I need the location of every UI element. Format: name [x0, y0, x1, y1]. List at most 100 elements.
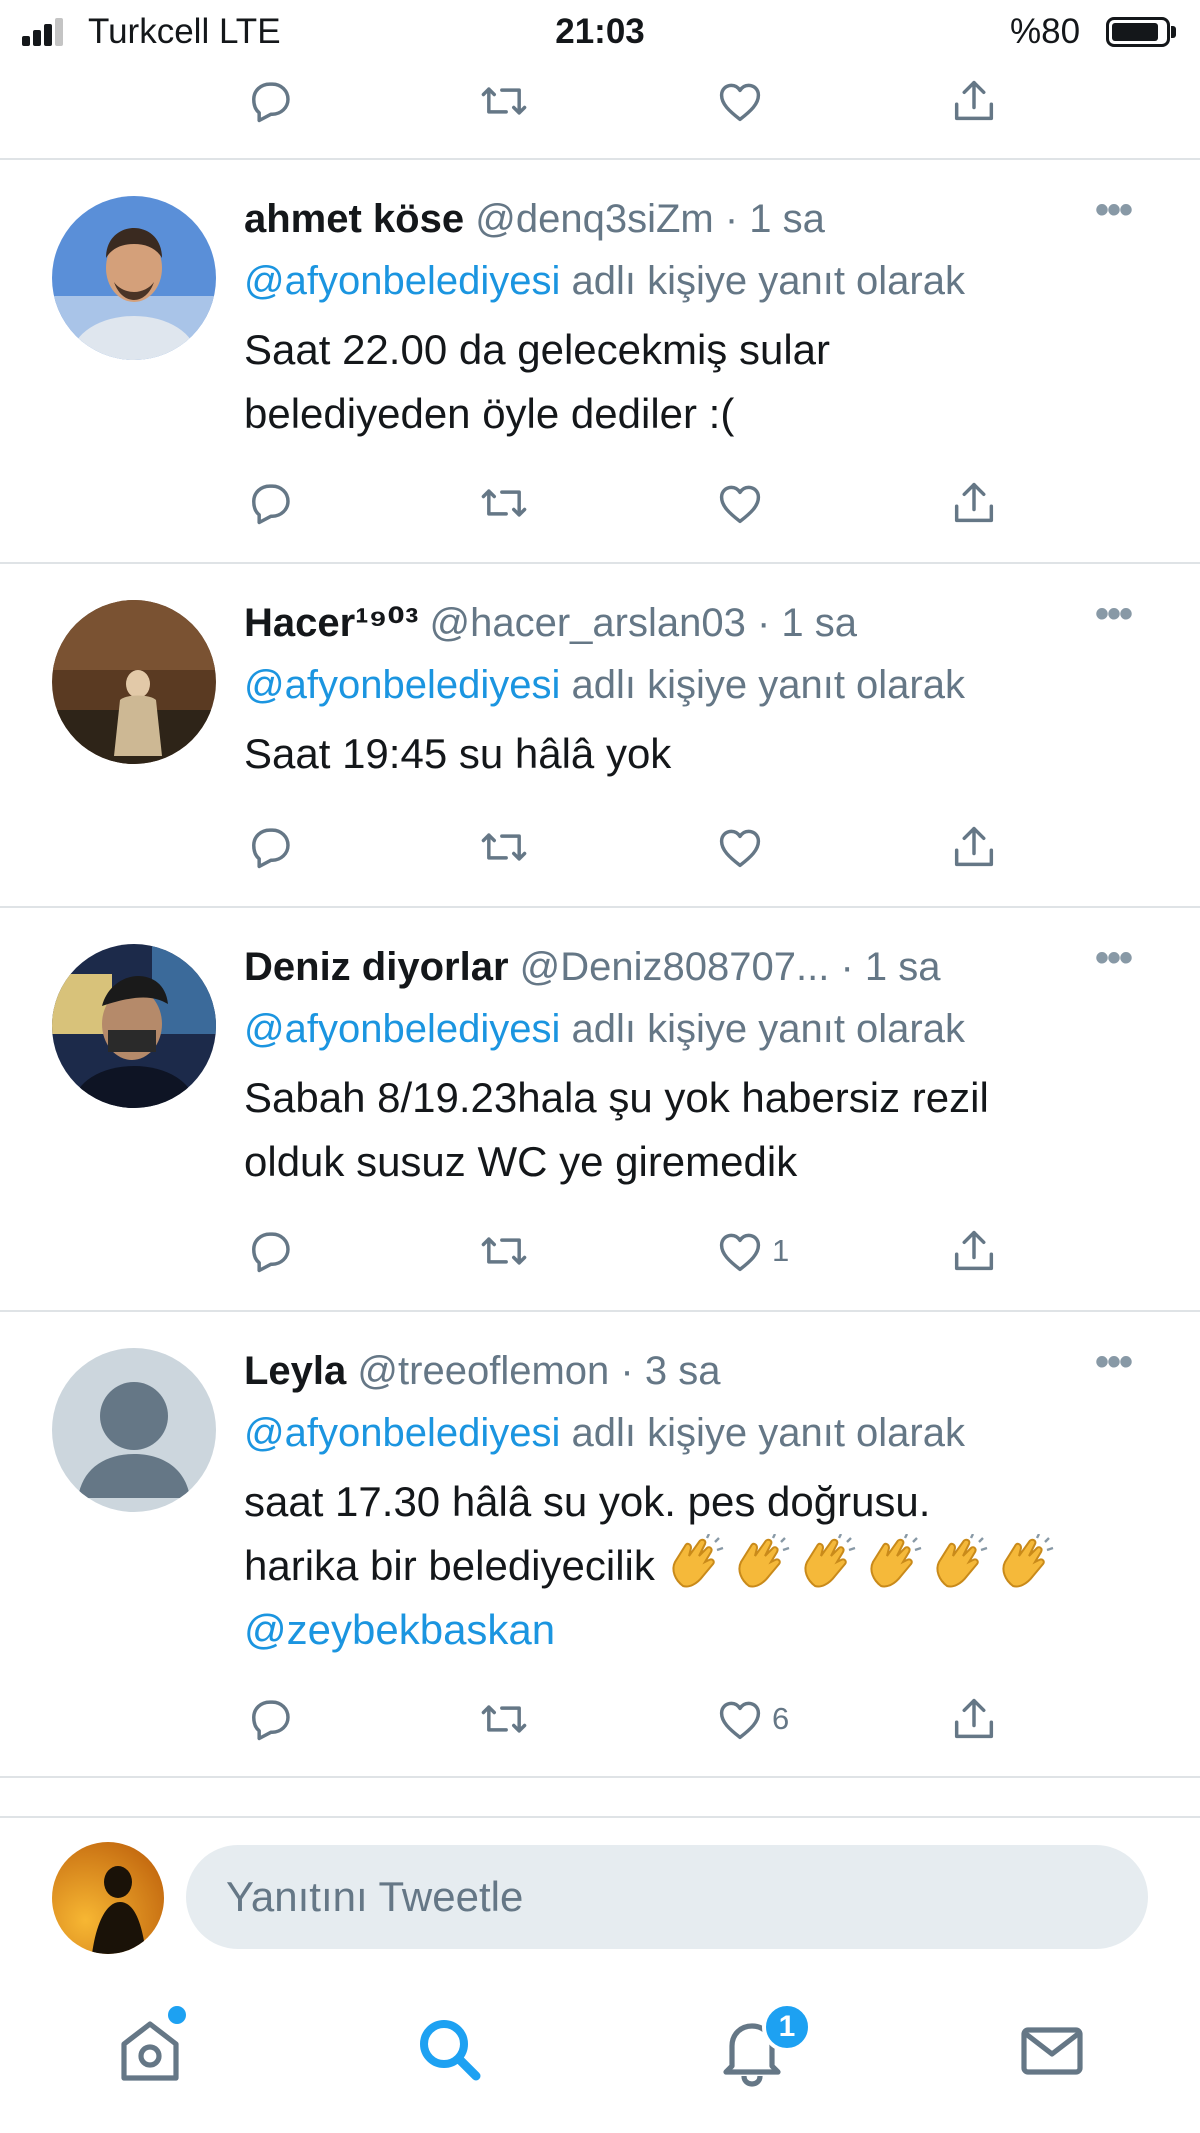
reply-context: @afyonbelediyesi adlı kişiye yanıt olara… [244, 663, 965, 707]
mention-link[interactable]: @zeybekbaskan [244, 1598, 1144, 1662]
heart-icon [719, 485, 761, 524]
retweet-button[interactable] [478, 1686, 530, 1752]
clapping-hands-icon [1001, 1534, 1053, 1588]
retweet-button[interactable] [478, 68, 530, 134]
reply-context: @afyonbelediyesi adlı kişiye yanıt olara… [244, 1007, 965, 1051]
share-button[interactable] [948, 1686, 1000, 1752]
reply-mention-link[interactable]: @afyonbelediyesi [244, 259, 560, 303]
reply-mention-link[interactable]: @afyonbelediyesi [244, 1411, 560, 1455]
battery-percent: %80 [1010, 12, 1081, 51]
reply-context: @afyonbelediyesi adlı kişiye yanıt olara… [244, 259, 965, 303]
my-avatar[interactable] [52, 1842, 164, 1954]
share-icon [954, 1698, 994, 1739]
home-new-dot [168, 2006, 186, 2024]
messages-tab[interactable] [1012, 2010, 1092, 2090]
reply-button[interactable] [244, 1686, 296, 1752]
username[interactable]: @treeoflemon [357, 1349, 609, 1393]
reply-icon [252, 82, 290, 123]
retweet-icon [481, 87, 527, 115]
reply-input[interactable]: Yanıtını Tweetle [186, 1845, 1148, 1949]
timestamp: 1 sa [781, 601, 858, 645]
reply-mention-link[interactable]: @afyonbelediyesi [244, 663, 560, 707]
like-button[interactable] [714, 68, 766, 134]
tweet-header: Hacer¹⁹⁰³ @hacer_arslan03 · 1 sa [244, 594, 1104, 652]
separator-dot: · [840, 945, 854, 989]
status-bar: Turkcell LTE 21:03 %80 [0, 0, 1200, 62]
search-tab[interactable] [410, 2010, 490, 2090]
retweet-button[interactable] [478, 1218, 530, 1284]
divider [0, 1776, 1200, 1778]
tweet-header: Deniz diyorlar @Deniz808707... · 1 sa [244, 938, 1104, 996]
tweet-actions [0, 814, 1200, 880]
divider [0, 158, 1200, 160]
more-dots-icon[interactable]: ••• [1095, 938, 1143, 996]
clapping-hands-icon [869, 1534, 921, 1588]
reply-icon [252, 1700, 290, 1741]
more-dots-icon[interactable]: ••• [1095, 190, 1143, 248]
tweet-header: Leyla @treeoflemon · 3 sa [244, 1342, 1104, 1400]
reply-mention-link[interactable]: @afyonbelediyesi [244, 1007, 560, 1051]
share-icon [954, 1230, 994, 1271]
share-button[interactable] [948, 68, 1000, 134]
retweet-icon [481, 1705, 527, 1733]
default-avatar-icon[interactable] [52, 1348, 216, 1512]
reply-button[interactable] [244, 68, 296, 134]
tweet-text: Saat 19:45 su hâlâ yok [244, 730, 672, 777]
retweet-button[interactable] [478, 814, 530, 880]
tweet-text: Sabah 8/19.23hala şu yok habersiz rezil … [244, 1074, 989, 1185]
reply-button[interactable] [244, 814, 296, 880]
timestamp: 3 sa [644, 1349, 721, 1393]
retweet-icon [481, 489, 527, 517]
username[interactable]: @hacer_arslan03 [429, 601, 745, 645]
tweet-actions [0, 470, 1200, 536]
avatar[interactable] [52, 600, 216, 764]
display-name[interactable]: ahmet köse [244, 197, 464, 241]
tweet-actions-previous [0, 68, 1200, 134]
like-count: 6 [772, 1701, 790, 1736]
tweet-text: Saat 22.00 da gelecekmiş sular belediyed… [244, 326, 831, 437]
reply-button[interactable] [244, 470, 296, 536]
clapping-hands-icon [803, 1534, 855, 1588]
heart-icon [719, 1233, 761, 1272]
reply-icon [252, 1232, 290, 1273]
share-button[interactable] [948, 1218, 1000, 1284]
clapping-hands-icons [667, 1534, 1063, 1589]
like-button[interactable] [714, 814, 772, 880]
heart-icon [719, 829, 761, 868]
share-button[interactable] [948, 814, 1000, 880]
display-name[interactable]: Hacer¹⁹⁰³ [244, 601, 418, 645]
tweet-actions: 6 [0, 1686, 1200, 1752]
messages-icon [1021, 2027, 1083, 2075]
reply-context: @afyonbelediyesi adlı kişiye yanıt olara… [244, 1411, 965, 1455]
avatar[interactable] [52, 944, 216, 1108]
username[interactable]: @denq3siZm [475, 197, 713, 241]
like-button[interactable]: 6 [714, 1686, 789, 1752]
tweet-actions: 1 [0, 1218, 1200, 1284]
more-dots-icon[interactable]: ••• [1095, 1342, 1143, 1400]
separator-dot: · [756, 601, 771, 645]
avatar[interactable] [52, 196, 216, 360]
like-count: 1 [772, 1233, 790, 1268]
reply-button[interactable] [244, 1218, 296, 1284]
more-dots-icon[interactable]: ••• [1095, 594, 1143, 652]
share-button[interactable] [948, 470, 1000, 536]
like-button[interactable] [714, 470, 772, 536]
clapping-hands-icon [671, 1534, 723, 1588]
separator-dot: · [620, 1349, 634, 1393]
clapping-hands-icon [737, 1534, 789, 1588]
heart-icon [719, 83, 761, 122]
divider [0, 1310, 1200, 1312]
tweet-header: ahmet köse @denq3siZm · 1 sa [244, 190, 1104, 248]
timestamp: 1 sa [864, 945, 941, 989]
username[interactable]: @Deniz808707... [520, 945, 830, 989]
display-name[interactable]: Deniz diyorlar [244, 945, 509, 989]
share-icon [954, 80, 994, 121]
retweet-button[interactable] [478, 470, 530, 536]
clapping-hands-icon [935, 1534, 987, 1588]
display-name[interactable]: Leyla [244, 1349, 346, 1393]
retweet-icon [481, 1237, 527, 1265]
share-icon [954, 826, 994, 867]
like-button[interactable]: 1 [714, 1218, 789, 1284]
retweet-icon [481, 833, 527, 861]
reply-icon [252, 828, 290, 869]
